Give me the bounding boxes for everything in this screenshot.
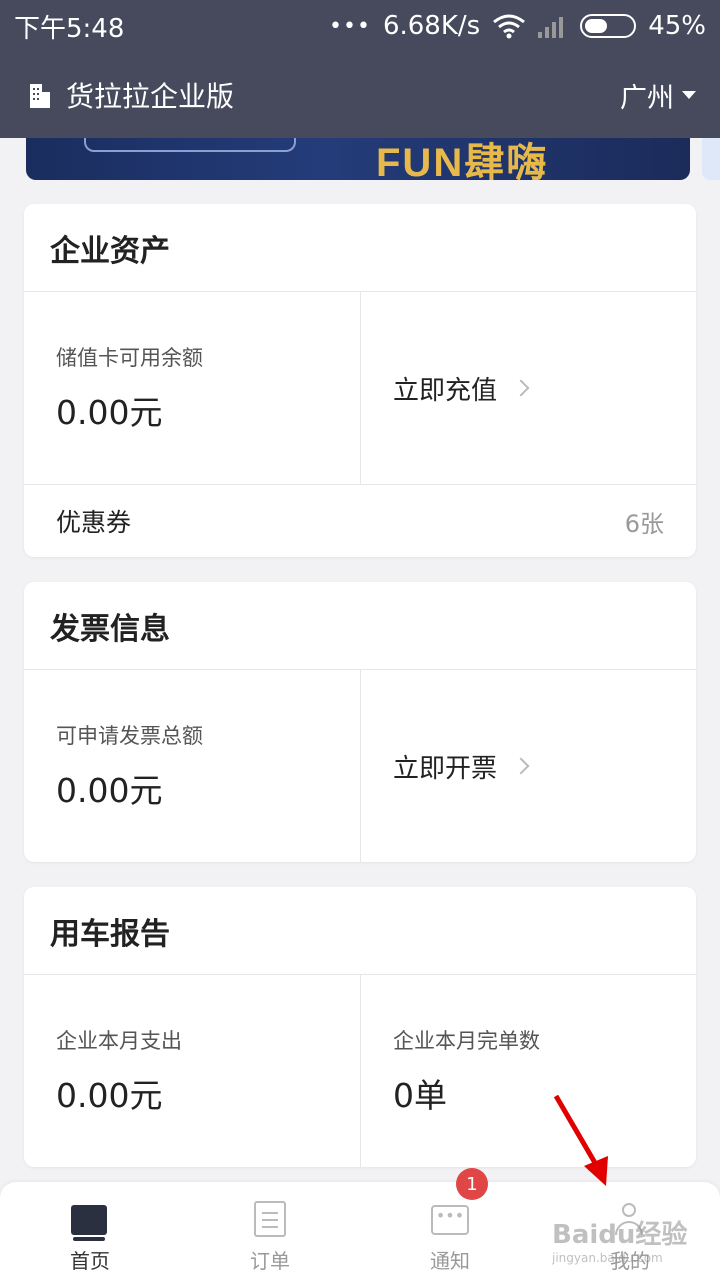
battery-icon bbox=[580, 14, 637, 38]
next-banner-peek bbox=[702, 138, 720, 180]
app-bar: 货拉拉企业版 广州 bbox=[0, 52, 720, 138]
document-icon bbox=[251, 1201, 289, 1239]
issue-invoice-button[interactable]: 立即开票 bbox=[360, 670, 696, 862]
tab-me[interactable]: 我的 bbox=[540, 1182, 720, 1280]
balance-value: 0.00元 bbox=[56, 393, 163, 432]
tab-home-label: 首页 bbox=[70, 1249, 110, 1273]
tab-me-label: 我的 bbox=[610, 1249, 650, 1273]
report-title: 用车报告 bbox=[24, 887, 696, 975]
invoice-row: 可申请发票总额 0.00元 立即开票 bbox=[24, 670, 696, 862]
coupon-count: 6张 bbox=[624, 509, 664, 538]
city-label: 广州 bbox=[620, 82, 674, 114]
tab-orders[interactable]: 订单 bbox=[180, 1182, 360, 1280]
spend-cell: 企业本月支出 0.00元 bbox=[24, 975, 360, 1167]
issue-invoice-label: 立即开票 bbox=[393, 753, 498, 784]
bottom-tab-bar: 首页 订单 ••• 1 通知 我的 bbox=[0, 1168, 720, 1280]
recharge-button[interactable]: 立即充值 bbox=[360, 292, 696, 484]
network-speed: 6.68K/s bbox=[382, 11, 481, 41]
orders-cell: 企业本月完单数 0单 bbox=[360, 975, 696, 1167]
status-bar: 下午5:48 ••• 6.68K/s 45% bbox=[0, 0, 720, 52]
balance-cell: 储值卡可用余额 0.00元 bbox=[24, 292, 360, 484]
banner-button-outline bbox=[84, 138, 296, 152]
coupon-label: 优惠券 bbox=[56, 508, 132, 537]
coupon-row[interactable]: 优惠券 6张 bbox=[24, 485, 696, 557]
recharge-label: 立即充值 bbox=[393, 375, 498, 406]
assets-row: 储值卡可用余额 0.00元 立即充值 bbox=[24, 292, 696, 485]
city-selector[interactable]: 广州 bbox=[620, 76, 696, 115]
assets-card: 企业资产 储值卡可用余额 0.00元 立即充值 优惠券 6张 bbox=[24, 204, 696, 557]
building-icon bbox=[30, 84, 50, 108]
invoice-amount-cell: 可申请发票总额 0.00元 bbox=[24, 670, 360, 862]
tab-notifications[interactable]: ••• 1 通知 bbox=[360, 1168, 540, 1280]
tab-home[interactable]: 首页 bbox=[0, 1182, 180, 1280]
invoice-amount-value: 0.00元 bbox=[56, 771, 163, 810]
chevron-right-icon bbox=[512, 757, 530, 775]
battery-percent: 45% bbox=[648, 11, 706, 41]
home-icon bbox=[71, 1201, 109, 1241]
spend-value: 0.00元 bbox=[56, 1076, 163, 1115]
orders-label: 企业本月完单数 bbox=[393, 1029, 540, 1053]
invoice-card: 发票信息 可申请发票总额 0.00元 立即开票 bbox=[24, 582, 696, 862]
assets-title: 企业资产 bbox=[24, 204, 696, 292]
caret-down-icon bbox=[682, 91, 696, 99]
notification-badge: 1 bbox=[456, 1168, 488, 1200]
tab-notifications-label: 通知 bbox=[430, 1249, 470, 1273]
status-dots: ••• bbox=[329, 13, 371, 39]
status-indicators: ••• 6.68K/s 45% bbox=[329, 11, 706, 41]
red-arrow-annotation bbox=[553, 1094, 608, 1186]
spend-label: 企业本月支出 bbox=[56, 1029, 182, 1053]
invoice-amount-label: 可申请发票总额 bbox=[56, 724, 203, 748]
chevron-right-icon bbox=[512, 379, 530, 397]
message-icon: ••• bbox=[431, 1201, 469, 1239]
balance-label: 储值卡可用余额 bbox=[56, 346, 203, 370]
status-time: 下午5:48 bbox=[14, 13, 125, 44]
banner-art-text: FUN肆嗨 bbox=[376, 141, 549, 180]
user-icon bbox=[611, 1201, 649, 1239]
promo-banner[interactable]: FUN肆嗨 bbox=[26, 138, 690, 180]
app-title: 货拉拉企业版 bbox=[66, 80, 235, 113]
wifi-icon bbox=[493, 14, 526, 39]
invoice-title: 发票信息 bbox=[24, 582, 696, 670]
orders-value: 0单 bbox=[393, 1076, 447, 1115]
tab-orders-label: 订单 bbox=[250, 1249, 290, 1273]
signal-icon bbox=[538, 17, 564, 38]
